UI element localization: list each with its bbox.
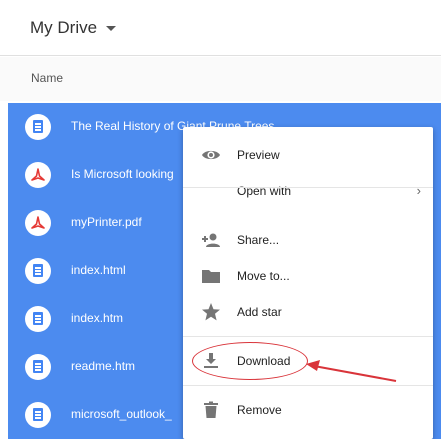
folder-icon: [202, 270, 220, 283]
menu-item-label: Remove: [237, 403, 282, 417]
annotation-ellipse: [192, 342, 308, 380]
annotation-arrow-icon: [306, 360, 397, 382]
menu-item-share[interactable]: Share...: [183, 223, 433, 257]
file-name: Is Microsoft looking: [71, 167, 174, 181]
file-name: index.html: [71, 263, 126, 277]
context-menu: Preview Open with › Share... Move to...: [183, 127, 433, 439]
menu-item-label: Move to...: [237, 269, 290, 283]
my-drive-label: My Drive: [30, 18, 98, 37]
menu-item-add-star[interactable]: Add star: [183, 295, 433, 329]
caret-down-icon: [106, 25, 117, 31]
name-column-header[interactable]: Name: [31, 71, 63, 85]
doc-file-icon: [25, 306, 51, 332]
menu-item-move-to[interactable]: Move to...: [183, 259, 433, 293]
file-name: readme.htm: [71, 359, 136, 373]
menu-item-label: Preview: [237, 148, 280, 162]
menu-item-label: Add star: [237, 305, 282, 319]
doc-file-icon: [25, 114, 51, 140]
add-person-icon: [202, 233, 220, 247]
doc-file-icon: [25, 354, 51, 380]
menu-separator: [183, 187, 433, 188]
pdf-file-icon: [25, 162, 51, 188]
menu-item-remove[interactable]: Remove: [183, 393, 433, 427]
trash-icon: [204, 401, 218, 418]
eye-icon: [202, 150, 220, 160]
file-name: index.htm: [71, 311, 124, 325]
doc-file-icon: [25, 258, 51, 284]
column-header: Name: [0, 57, 441, 101]
pdf-file-icon: [25, 210, 51, 236]
header-bar: My Drive: [0, 0, 441, 56]
drive-window: My Drive Name The Real History of Giant …: [0, 0, 441, 439]
menu-separator: [183, 385, 433, 386]
chevron-right-icon: ›: [416, 183, 421, 198]
my-drive-dropdown[interactable]: My Drive: [0, 0, 124, 56]
file-name: myPrinter.pdf: [71, 215, 142, 229]
menu-item-label: Share...: [237, 233, 280, 247]
menu-item-preview[interactable]: Preview: [183, 138, 433, 172]
star-icon: [202, 303, 220, 321]
menu-separator: [183, 336, 433, 337]
menu-item-open-with[interactable]: Open with ›: [183, 174, 433, 208]
doc-file-icon: [25, 402, 51, 428]
file-name: microsoft_outlook_: [71, 407, 172, 421]
